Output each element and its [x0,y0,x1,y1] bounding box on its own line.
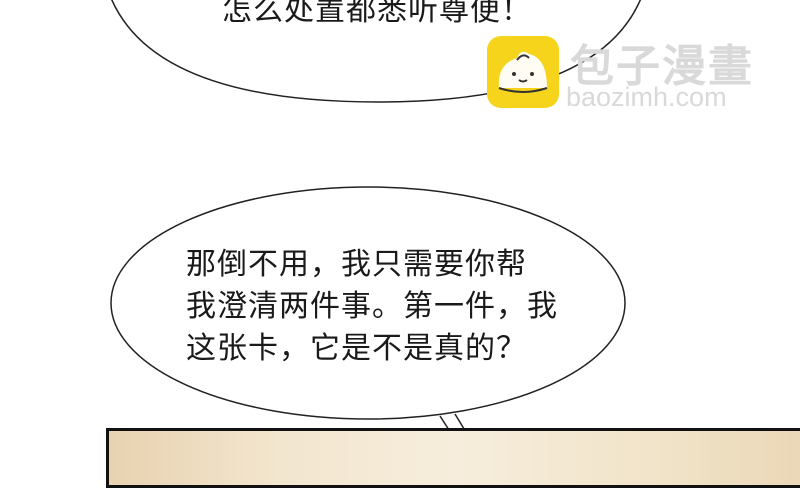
top-bubble-text: 怎么处置都悉听尊便！ [222,0,532,32]
middle-bubble-line-3: 这张卡，它是不是真的？ [186,331,527,366]
top-bubble-line: 怎么处置都悉听尊便！ [222,0,532,28]
comic-panel [106,428,800,488]
steamed-bun-icon [487,36,559,108]
middle-bubble-line-2: 我澄清两件事。第一件，我 [186,289,558,324]
middle-bubble-text: 那倒不用，我只需要你帮 我澄清两件事。第一件，我 这张卡，它是不是真的？ [186,244,558,370]
watermark-url: baozimh.com [566,82,727,112]
middle-bubble-line-1: 那倒不用，我只需要你帮 [186,247,527,282]
